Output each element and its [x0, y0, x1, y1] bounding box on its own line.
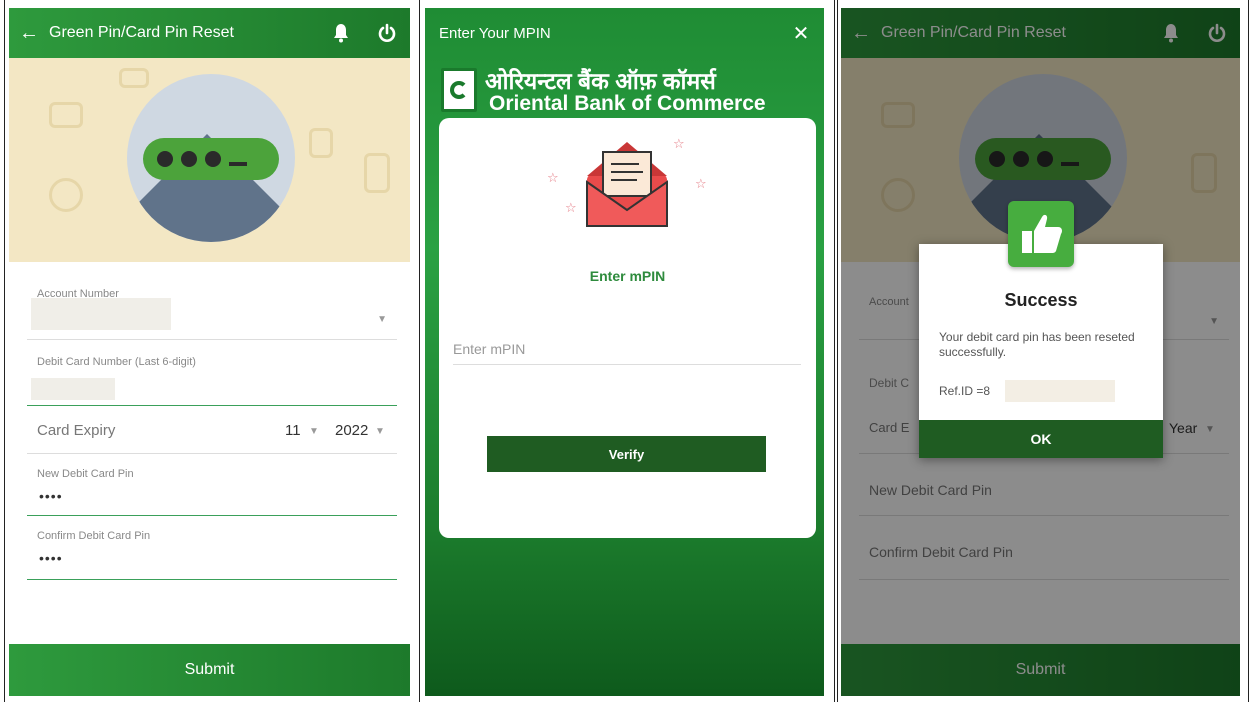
panel-separator — [1248, 0, 1249, 702]
chevron-down-icon[interactable]: ▼ — [375, 426, 385, 437]
chevron-down-icon[interactable]: ▼ — [377, 314, 387, 325]
panel-separator — [4, 0, 5, 702]
success-dialog: Success Your debit card pin has been res… — [919, 244, 1163, 458]
panel-separator — [419, 0, 420, 702]
success-title: Success — [1004, 290, 1078, 310]
redacted-value — [1005, 380, 1115, 402]
account-number-field[interactable]: Account Number ▼ — [27, 282, 397, 340]
power-icon[interactable] — [364, 23, 410, 43]
pin-reset-screen: ← Green Pin/Card Pin Reset Account Numbe… — [9, 8, 410, 696]
app-bar: ← Green Pin/Card Pin Reset — [9, 8, 410, 58]
mpin-card: ☆ ☆ ☆ ☆ Enter mPIN Verify — [439, 118, 816, 538]
new-pin-value: •••• — [39, 488, 63, 504]
confirm-pin-label: Confirm Debit Card Pin — [37, 530, 151, 542]
arrow-left-icon[interactable]: ← — [9, 22, 49, 45]
bank-name-english: Oriental Bank of Commerce — [489, 92, 766, 115]
star-icon: ☆ — [565, 200, 577, 215]
success-screen: ← Green Pin/Card Pin Reset Account ▼ Deb… — [841, 8, 1240, 696]
new-pin-label: New Debit Card Pin — [37, 468, 134, 480]
redacted-value — [31, 298, 171, 330]
debit-card-label: Debit Card Number (Last 6-digit) — [37, 356, 196, 368]
confirm-pin-value: •••• — [39, 550, 63, 566]
star-icon: ☆ — [673, 136, 685, 151]
close-icon[interactable]: ✕ — [778, 21, 824, 46]
page-title: Green Pin/Card Pin Reset — [49, 24, 234, 41]
submit-button[interactable]: Submit — [9, 644, 410, 696]
verify-button[interactable]: Verify — [487, 436, 766, 472]
reference-id: Ref.ID =8 — [939, 384, 990, 398]
pin-dots-icon — [143, 138, 279, 180]
star-icon: ☆ — [695, 176, 707, 191]
thumbs-up-icon — [1008, 201, 1074, 267]
envelope-icon — [586, 142, 668, 227]
panel-separator — [834, 0, 835, 702]
ok-button[interactable]: OK — [919, 420, 1163, 458]
expiry-year-select[interactable]: 2022 — [335, 422, 368, 439]
mpin-heading: Enter mPIN — [589, 268, 666, 284]
card-expiry-row: Card Expiry 11 ▼ 2022 ▼ — [27, 406, 397, 454]
bell-icon[interactable] — [318, 23, 364, 43]
card-expiry-label: Card Expiry — [37, 422, 116, 439]
mpin-input[interactable] — [453, 333, 801, 365]
debit-card-field[interactable]: Debit Card Number (Last 6-digit) — [27, 340, 397, 406]
panel-separator — [837, 0, 838, 702]
reference-id-label: Ref.ID =8 — [939, 384, 991, 398]
expiry-month-select[interactable]: 11 — [285, 422, 301, 439]
bank-logo-icon — [441, 68, 477, 112]
new-pin-field[interactable]: New Debit Card Pin •••• — [27, 454, 397, 516]
dialog-title: Enter Your MPIN — [439, 24, 551, 42]
redacted-value — [31, 378, 115, 400]
hero-illustration — [9, 58, 410, 262]
star-icon: ☆ — [547, 170, 559, 185]
dialog-header: Enter Your MPIN ✕ — [425, 8, 824, 58]
confirm-pin-field[interactable]: Confirm Debit Card Pin •••• — [27, 516, 397, 580]
success-message: Your debit card pin has been reseted suc… — [939, 330, 1135, 359]
mpin-screen: Enter Your MPIN ✕ ओरियन्टल बैंक ऑफ़ कॉमर… — [425, 8, 824, 696]
chevron-down-icon[interactable]: ▼ — [309, 426, 319, 437]
